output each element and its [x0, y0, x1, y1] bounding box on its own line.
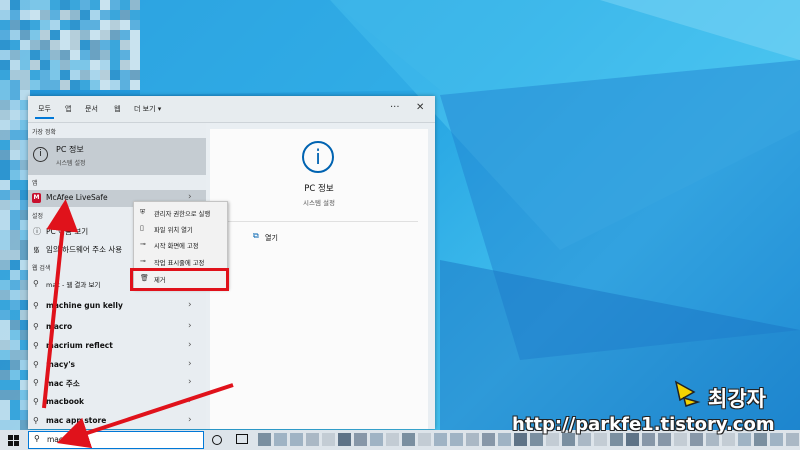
watermark-name: 최강자 [708, 387, 766, 411]
watermark-url: http://parkfe1.tistory.com [512, 414, 775, 435]
watermark-logo-mark [674, 380, 701, 407]
arrow-to-search [56, 383, 234, 449]
arrow-to-mcafee [42, 199, 79, 409]
